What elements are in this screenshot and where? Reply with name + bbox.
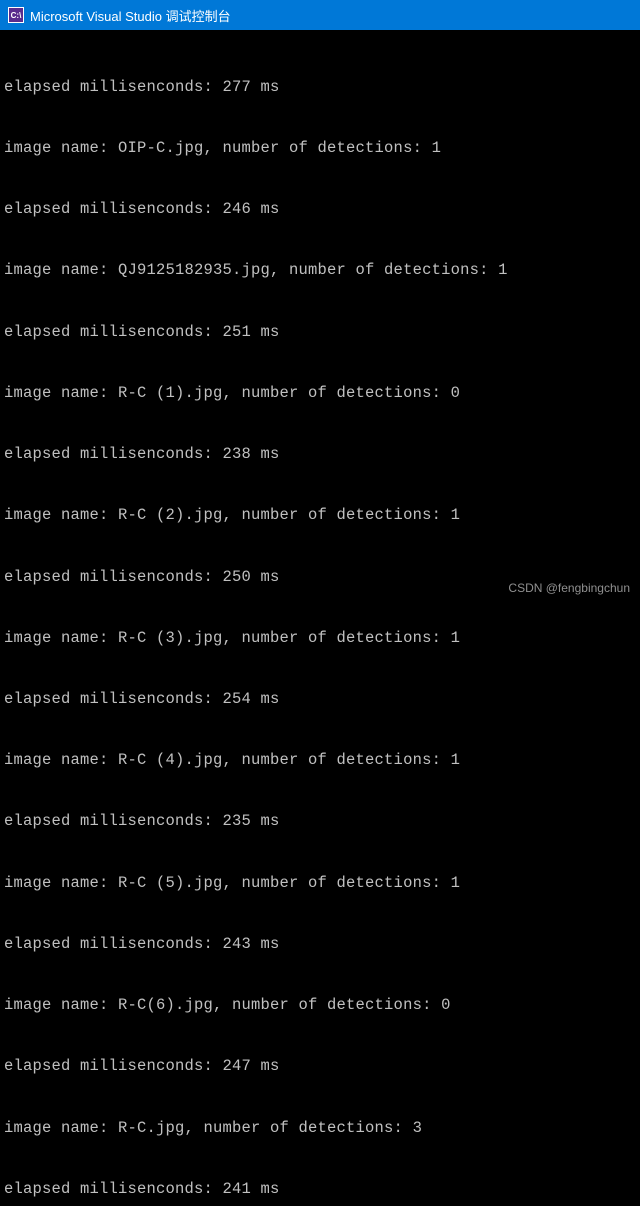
console-line: elapsed millisenconds: 247 ms: [4, 1056, 640, 1076]
console-line: image name: QJ9125182935.jpg, number of …: [4, 260, 640, 280]
window-title: Microsoft Visual Studio 调试控制台: [30, 6, 231, 25]
console-line: image name: R-C (4).jpg, number of detec…: [4, 750, 640, 770]
console-line: image name: R-C (3).jpg, number of detec…: [4, 628, 640, 648]
console-line: image name: OIP-C.jpg, number of detecti…: [4, 138, 640, 158]
console-line: elapsed millisenconds: 241 ms: [4, 1179, 640, 1199]
console-line: image name: R-C.jpg, number of detection…: [4, 1118, 640, 1138]
icon-letters: C:\: [11, 11, 22, 20]
window-title-bar: C:\ Microsoft Visual Studio 调试控制台: [0, 0, 640, 30]
console-line: image name: R-C (2).jpg, number of detec…: [4, 505, 640, 525]
console-line: image name: R-C(6).jpg, number of detect…: [4, 995, 640, 1015]
console-line: image name: R-C (1).jpg, number of detec…: [4, 383, 640, 403]
console-line: elapsed millisenconds: 246 ms: [4, 199, 640, 219]
console-line: elapsed millisenconds: 254 ms: [4, 689, 640, 709]
console-line: elapsed millisenconds: 250 ms: [4, 567, 640, 587]
console-line: elapsed millisenconds: 243 ms: [4, 934, 640, 954]
console-output[interactable]: elapsed millisenconds: 277 ms image name…: [0, 30, 640, 1206]
app-icon: C:\: [8, 7, 24, 23]
console-line: elapsed millisenconds: 277 ms: [4, 77, 640, 97]
console-line: image name: R-C (5).jpg, number of detec…: [4, 873, 640, 893]
console-line: elapsed millisenconds: 251 ms: [4, 322, 640, 342]
console-line: elapsed millisenconds: 238 ms: [4, 444, 640, 464]
console-line: elapsed millisenconds: 235 ms: [4, 811, 640, 831]
